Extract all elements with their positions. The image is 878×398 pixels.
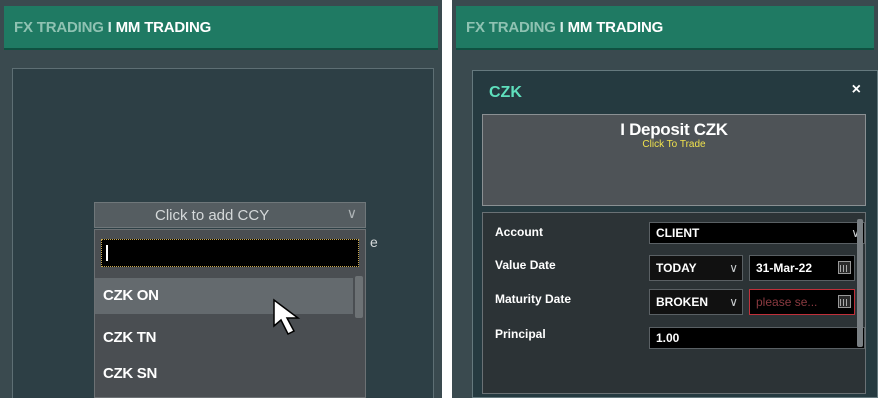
tab-fx-trading[interactable]: FX TRADING — [466, 19, 556, 36]
tab-fx-trading[interactable]: FX TRADING — [14, 19, 104, 36]
ccy-item-czk-sn[interactable]: CZK SN — [95, 356, 353, 392]
mouse-pointer-icon — [273, 298, 301, 336]
maturity-date-label: Maturity Date — [495, 292, 572, 306]
principal-input[interactable]: 1.00 — [649, 327, 865, 349]
tab-mm-trading[interactable]: MM TRADING — [568, 19, 664, 36]
tab-separator: I — [559, 19, 564, 36]
text-caret — [106, 245, 108, 261]
tile-title: I Deposit CZK — [620, 120, 728, 139]
value-date-tenor-select[interactable]: TODAY ∨ — [649, 255, 743, 281]
tile-subtitle: Click To Trade — [642, 139, 706, 150]
value-date-input[interactable]: 31-Mar-22 — [749, 255, 855, 281]
calendar-icon[interactable] — [838, 261, 851, 274]
form-scrollbar[interactable] — [857, 219, 863, 347]
ticket-currency-title: CZK — [489, 84, 522, 101]
header-tabs: FX TRADING I MM TRADING — [4, 6, 438, 50]
calendar-icon[interactable] — [838, 295, 851, 308]
ccy-search-input[interactable] — [101, 239, 359, 267]
chevron-down-icon: ∨ — [346, 205, 357, 221]
add-ccy-dropdown[interactable]: Click to add CCY ∨ — [94, 202, 366, 228]
close-icon[interactable]: × — [852, 81, 861, 99]
tab-separator: I — [107, 19, 112, 36]
left-panel: FX TRADING I MM TRADING Click to add CCY ∨… — [0, 0, 442, 398]
chevron-down-icon: ∨ — [729, 295, 738, 309]
stray-text: e — [370, 234, 378, 250]
account-label: Account — [495, 225, 543, 239]
right-panel: FX TRADING I MM TRADING CZK × I Deposit CZ… — [452, 0, 878, 398]
deposit-form: Account CLIENT ∨ Value Date TODAY ∨ 31-M… — [482, 212, 866, 394]
account-select[interactable]: CLIENT ∨ — [649, 222, 865, 244]
principal-label: Principal — [495, 327, 546, 341]
add-ccy-label: Click to add CCY — [155, 207, 270, 224]
chevron-down-icon: ∨ — [729, 261, 738, 275]
maturity-date-input[interactable]: please se... — [749, 289, 855, 315]
maturity-tenor-select[interactable]: BROKEN ∨ — [649, 289, 743, 315]
deposit-trade-tile[interactable]: I Deposit CZK Click To Trade — [482, 114, 866, 206]
value-date-label: Value Date — [495, 258, 556, 272]
trade-ticket: CZK × I Deposit CZK Click To Trade Accou… — [472, 70, 878, 398]
dropdown-scrollbar[interactable] — [355, 276, 363, 318]
ccy-dropdown-list: CZK ON CZK TN CZK SN — [94, 229, 366, 398]
tab-mm-trading[interactable]: MM TRADING — [116, 19, 212, 36]
header-tabs: FX TRADING I MM TRADING — [456, 6, 874, 50]
